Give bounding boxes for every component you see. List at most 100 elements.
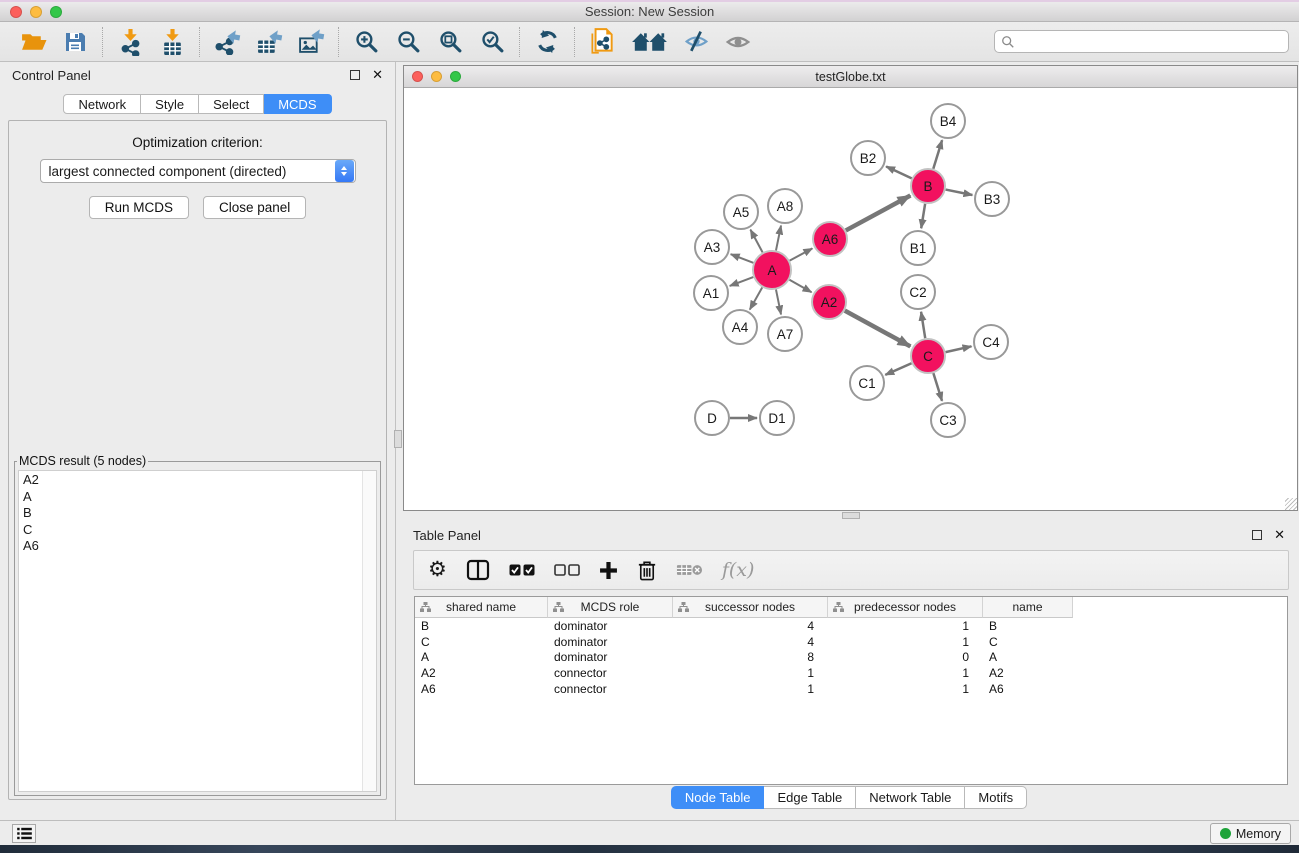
graph-edge-A-A5[interactable] [750,230,762,253]
deselect-all-checkboxes-icon[interactable] [554,557,580,583]
zoom-fit-icon[interactable] [435,27,465,57]
graph-node-A2[interactable]: A2 [812,285,846,319]
graph-node-D1[interactable]: D1 [760,401,794,435]
graph-edge-A2-C[interactable] [845,311,911,347]
graph-node-A5[interactable]: A5 [724,195,758,229]
graph-node-B[interactable]: B [911,169,945,203]
open-session-icon[interactable] [18,27,48,57]
graph-node-B4[interactable]: B4 [931,104,965,138]
zoom-in-icon[interactable] [351,27,381,57]
graph-node-B2[interactable]: B2 [851,141,885,175]
close-table-panel-icon[interactable]: ✕ [1274,527,1285,543]
table-row[interactable]: Cdominator41C [415,634,1287,650]
graph-edge-A-A3[interactable] [731,254,754,263]
graph-edge-B-B4[interactable] [933,140,942,169]
table-row[interactable]: Bdominator41B [415,618,1287,634]
refresh-view-icon[interactable] [532,27,562,57]
column-header[interactable]: name [983,597,1073,618]
graph-node-A6[interactable]: A6 [813,222,847,256]
export-table-icon[interactable] [254,27,284,57]
graph-node-C3[interactable]: C3 [931,403,965,437]
search-input[interactable] [1019,34,1288,49]
graph-node-A4[interactable]: A4 [723,310,757,344]
result-list-item[interactable]: C [23,522,362,539]
result-list-item[interactable]: A6 [23,538,362,555]
column-header[interactable]: predecessor nodes [828,597,983,618]
optimization-criterion-select[interactable]: largest connected component (directed) [40,159,356,183]
network-from-file-icon[interactable] [587,27,617,57]
result-scrollbar[interactable] [362,471,376,791]
network-window-titlebar[interactable]: testGlobe.txt [404,66,1297,88]
graph-edge-A-A2[interactable] [789,280,811,292]
graph-node-B3[interactable]: B3 [975,182,1009,216]
tab-mcds[interactable]: MCDS [264,94,331,114]
result-list-item[interactable]: B [23,505,362,522]
select-all-checkboxes-icon[interactable] [509,557,535,583]
home-layout-icon[interactable] [629,27,669,57]
import-network-icon[interactable] [115,27,145,57]
graph-edge-C-C3[interactable] [933,373,942,401]
close-panel-icon[interactable]: ✕ [372,67,383,83]
graph-edge-B-B2[interactable] [886,166,912,178]
graph-node-C1[interactable]: C1 [850,366,884,400]
search-field[interactable] [994,30,1289,53]
delete-column-icon[interactable] [637,557,657,583]
graph-edge-B-B3[interactable] [946,190,973,195]
graph-edge-A-A1[interactable] [730,277,754,286]
import-table-icon[interactable] [157,27,187,57]
table-row[interactable]: A2connector11A2 [415,665,1287,681]
result-list-item[interactable]: A2 [23,472,362,489]
horizontal-splitter-grip[interactable] [842,512,860,519]
export-image-icon[interactable] [296,27,326,57]
graph-node-D[interactable]: D [695,401,729,435]
graph-edge-C-C1[interactable] [885,363,911,375]
table-row[interactable]: A6connector11A6 [415,681,1287,697]
graph-node-A3[interactable]: A3 [695,230,729,264]
graph-node-A1[interactable]: A1 [694,276,728,310]
tab-network-table[interactable]: Network Table [856,786,965,809]
float-panel-icon[interactable] [350,70,360,80]
graph-edge-A6-B[interactable] [846,196,911,231]
tab-motifs[interactable]: Motifs [965,786,1027,809]
graph-edge-C-C4[interactable] [946,346,972,352]
task-history-button[interactable] [12,824,36,843]
tab-style[interactable]: Style [141,94,199,114]
node-table[interactable]: shared nameMCDS rolesuccessor nodesprede… [414,596,1288,785]
close-panel-button[interactable]: Close panel [203,196,306,219]
vertical-splitter-grip[interactable] [394,430,402,448]
run-mcds-button[interactable]: Run MCDS [89,196,189,219]
tab-select[interactable]: Select [199,94,264,114]
column-header[interactable]: shared name [415,597,548,618]
graph-node-C4[interactable]: C4 [974,325,1008,359]
graph-node-A7[interactable]: A7 [768,317,802,351]
graph-edge-A-A4[interactable] [750,287,762,309]
show-graphics-details-icon[interactable] [723,27,753,57]
table-row[interactable]: Adominator80A [415,650,1287,666]
mcds-result-listbox[interactable]: A2ABCA6 [18,470,377,792]
graph-node-C[interactable]: C [911,339,945,373]
graph-node-C2[interactable]: C2 [901,275,935,309]
network-canvas[interactable]: A A1 A2 A3 A4 A5 A6 A7 A8 B B1 B2 B3 B4 C C1 C2 C3 C4 D D1 [404,88,1297,510]
graph-edge-A-A6[interactable] [790,248,813,260]
window-resize-grip[interactable] [1285,498,1297,510]
graph-node-B1[interactable]: B1 [901,231,935,265]
graph-edge-C-C2[interactable] [921,312,925,338]
save-session-icon[interactable] [60,27,90,57]
column-header[interactable]: MCDS role [548,597,673,618]
tab-node-table[interactable]: Node Table [671,786,765,809]
graph-node-A8[interactable]: A8 [768,189,802,223]
zoom-selected-icon[interactable] [477,27,507,57]
add-column-icon[interactable] [599,557,618,583]
zoom-out-icon[interactable] [393,27,423,57]
hide-graphics-details-icon[interactable] [681,27,711,57]
graph-edge-B-B1[interactable] [921,204,925,228]
result-list-item[interactable]: A [23,489,362,506]
split-view-icon[interactable] [466,557,490,583]
settings-icon[interactable]: ⚙ [428,557,447,583]
memory-button[interactable]: Memory [1210,823,1291,844]
tab-edge-table[interactable]: Edge Table [764,786,856,809]
column-header[interactable]: successor nodes [673,597,828,618]
tab-network[interactable]: Network [63,94,141,114]
export-network-icon[interactable] [212,27,242,57]
graph-node-A[interactable]: A [753,251,791,289]
